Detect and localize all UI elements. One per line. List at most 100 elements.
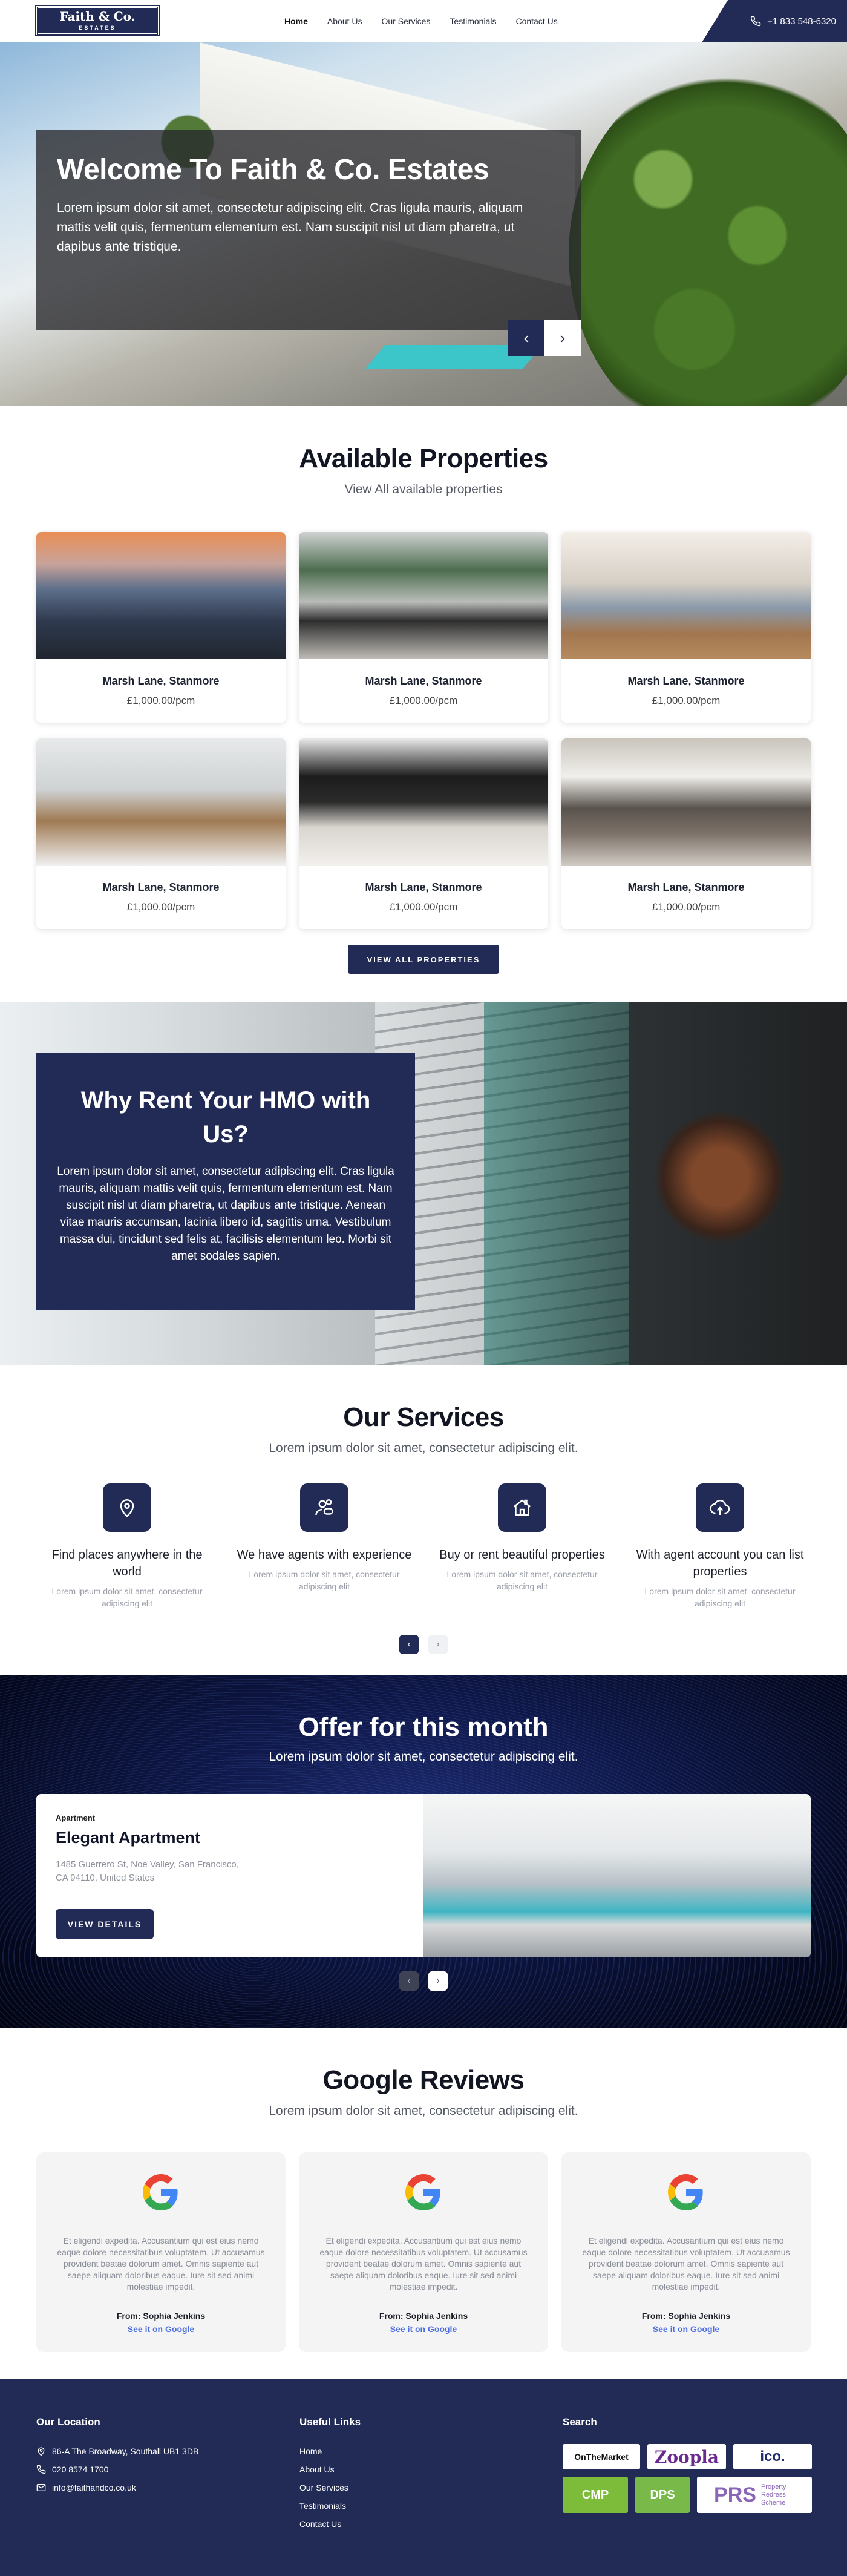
property-name: Marsh Lane, Stanmore [627, 675, 745, 687]
service-item: Find places anywhere in the world Lorem … [36, 1484, 218, 1609]
property-price: £1,000.00/pcm [126, 901, 195, 913]
chevron-left-icon: ‹ [523, 328, 529, 347]
footer-search-title: Search [563, 2416, 597, 2428]
house-icon [498, 1484, 546, 1532]
hero-next-button[interactable]: › [544, 320, 581, 356]
see-on-google-link[interactable]: See it on Google [36, 2324, 286, 2334]
property-image [299, 738, 548, 866]
services-prev-button[interactable]: ‹ [399, 1635, 419, 1654]
services-next-button[interactable]: › [428, 1635, 448, 1654]
zoopla-badge[interactable]: Zoopla [647, 2444, 726, 2469]
property-name: Marsh Lane, Stanmore [102, 675, 220, 687]
dps-badge[interactable]: DPS [635, 2477, 690, 2513]
service-item: Buy or rent beautiful properties Lorem i… [431, 1484, 613, 1592]
chevron-right-icon: › [436, 1976, 440, 1986]
property-name: Marsh Lane, Stanmore [102, 881, 220, 893]
property-image [36, 532, 286, 659]
footer-links-title: Useful Links [299, 2416, 361, 2428]
see-on-google-link[interactable]: See it on Google [299, 2324, 548, 2334]
service-title: Find places anywhere in the world [51, 1548, 203, 1579]
property-name: Marsh Lane, Stanmore [365, 675, 482, 687]
chevron-left-icon: ‹ [407, 1639, 411, 1649]
property-card[interactable]: Marsh Lane, Stanmore £1,000.00/pcm [299, 738, 548, 929]
phone-cta[interactable]: +1 833 548-6320 [702, 0, 847, 42]
offer-next-button[interactable]: › [428, 1971, 448, 1991]
property-card[interactable]: Marsh Lane, Stanmore £1,000.00/pcm [561, 532, 811, 723]
location-pin-icon [38, 2447, 45, 2456]
badge-label: ico. [760, 2448, 785, 2465]
offer-address: 1485 Guerrero St, Noe Valley, San Franci… [56, 1859, 239, 1883]
property-price: £1,000.00/pcm [389, 901, 458, 913]
nav-link-contact[interactable]: Contact Us [515, 16, 557, 26]
footer-address-text: 86-A The Broadway, Southall UB1 3DB [52, 2446, 199, 2456]
footer-link-services[interactable]: Our Services [299, 2483, 361, 2492]
property-card[interactable]: Marsh Lane, Stanmore £1,000.00/pcm [299, 532, 548, 723]
prs-badge[interactable]: PRS Property Redress Scheme [697, 2477, 812, 2513]
offer-prev-button[interactable]: ‹ [399, 1971, 419, 1991]
glass-railing-image [484, 1002, 629, 1365]
reviews-list: Et eligendi expedita. Accusantium qui es… [36, 2152, 811, 2352]
properties-grid: Marsh Lane, Stanmore £1,000.00/pcm Marsh… [36, 532, 811, 932]
ico-badge[interactable]: ico. [733, 2444, 812, 2469]
logo[interactable]: Faith & Co. ESTATES [35, 5, 160, 36]
badge-label: CMP [581, 2488, 609, 2502]
footer-link-testimonials[interactable]: Testimonials [299, 2501, 361, 2511]
footer-search: Search [563, 2416, 597, 2428]
footer-location-title: Our Location [36, 2416, 100, 2428]
hero-section: Welcome To Faith & Co. Estates Lorem ips… [0, 42, 847, 406]
hero-text: Lorem ipsum dolor sit amet, consectetur … [57, 201, 523, 254]
logo-subtitle: ESTATES [79, 24, 116, 31]
view-details-button[interactable]: VIEW DETAILS [56, 1909, 154, 1939]
footer-location: Our Location 86-A The Broadway, Southall… [36, 2416, 198, 2492]
offer-title: Offer for this month [298, 1712, 549, 1742]
reviews-section: Google Reviews Lorem ipsum dolor sit ame… [0, 2028, 847, 2379]
footer: Our Location 86-A The Broadway, Southall… [0, 2379, 847, 2576]
footer-link-contact[interactable]: Contact Us [299, 2519, 361, 2529]
google-icon [142, 2174, 178, 2210]
why-rent-box: Why Rent Your HMO with Us? Lorem ipsum d… [36, 1053, 415, 1310]
service-item: We have agents with experience Lorem ips… [234, 1484, 415, 1592]
property-image [561, 532, 811, 659]
agents-icon [300, 1484, 348, 1532]
footer-phone[interactable]: 020 8574 1700 [36, 2465, 198, 2474]
footer-email[interactable]: info@faithandco.co.uk [36, 2483, 198, 2492]
review-author: From: Sophia Jenkins [379, 2311, 468, 2321]
review-author: From: Sophia Jenkins [116, 2311, 206, 2321]
property-card[interactable]: Marsh Lane, Stanmore £1,000.00/pcm [36, 532, 286, 723]
properties-subtitle: View All available properties [344, 482, 503, 496]
nav-link-services[interactable]: Our Services [382, 16, 431, 26]
why-rent-section: Why Rent Your HMO with Us? Lorem ipsum d… [0, 1002, 847, 1365]
badge-sublabel: Property Redress Scheme [760, 2483, 786, 2506]
services-title: Our Services [343, 1402, 504, 1432]
offer-details: Apartment Elegant Apartment 1485 Guerrer… [56, 1813, 394, 1885]
property-card[interactable]: Marsh Lane, Stanmore £1,000.00/pcm [561, 738, 811, 929]
nav-link-testimonials[interactable]: Testimonials [450, 16, 496, 26]
reviews-title: Google Reviews [322, 2065, 525, 2095]
footer-phone-text: 020 8574 1700 [52, 2465, 109, 2474]
review-card: Et eligendi expedita. Accusantium qui es… [36, 2152, 286, 2352]
chevron-right-icon: › [436, 1639, 440, 1649]
onthemarket-badge[interactable]: OnTheMarket [563, 2444, 640, 2469]
property-card[interactable]: Marsh Lane, Stanmore £1,000.00/pcm [36, 738, 286, 929]
services-list: Find places anywhere in the world Lorem … [0, 1484, 847, 1635]
hero-prev-button[interactable]: ‹ [508, 320, 544, 356]
view-all-properties-button[interactable]: VIEW ALL PROPERTIES [348, 945, 499, 974]
footer-address: 86-A The Broadway, Southall UB1 3DB [36, 2446, 198, 2456]
footer-link-about[interactable]: About Us [299, 2465, 361, 2474]
chevron-right-icon: › [560, 328, 566, 347]
service-title: With agent account you can list properti… [636, 1548, 804, 1579]
nav-link-about[interactable]: About Us [327, 16, 362, 26]
footer-useful-links: Useful Links Home About Us Our Services … [299, 2416, 361, 2529]
property-image [36, 738, 286, 866]
mail-icon [36, 2484, 46, 2491]
why-rent-title: Why Rent Your HMO with Us? [80, 1087, 371, 1148]
cmp-badge[interactable]: CMP [563, 2477, 628, 2513]
offer-subtitle: Lorem ipsum dolor sit amet, consectetur … [269, 1750, 578, 1764]
nav-link-home[interactable]: Home [284, 16, 308, 26]
review-text: Et eligendi expedita. Accusantium qui es… [582, 2236, 790, 2292]
google-icon [405, 2174, 440, 2210]
services-section: Our Services Lorem ipsum dolor sit amet,… [0, 1365, 847, 1675]
footer-link-home[interactable]: Home [299, 2446, 361, 2456]
property-price: £1,000.00/pcm [652, 901, 721, 913]
see-on-google-link[interactable]: See it on Google [561, 2324, 811, 2334]
